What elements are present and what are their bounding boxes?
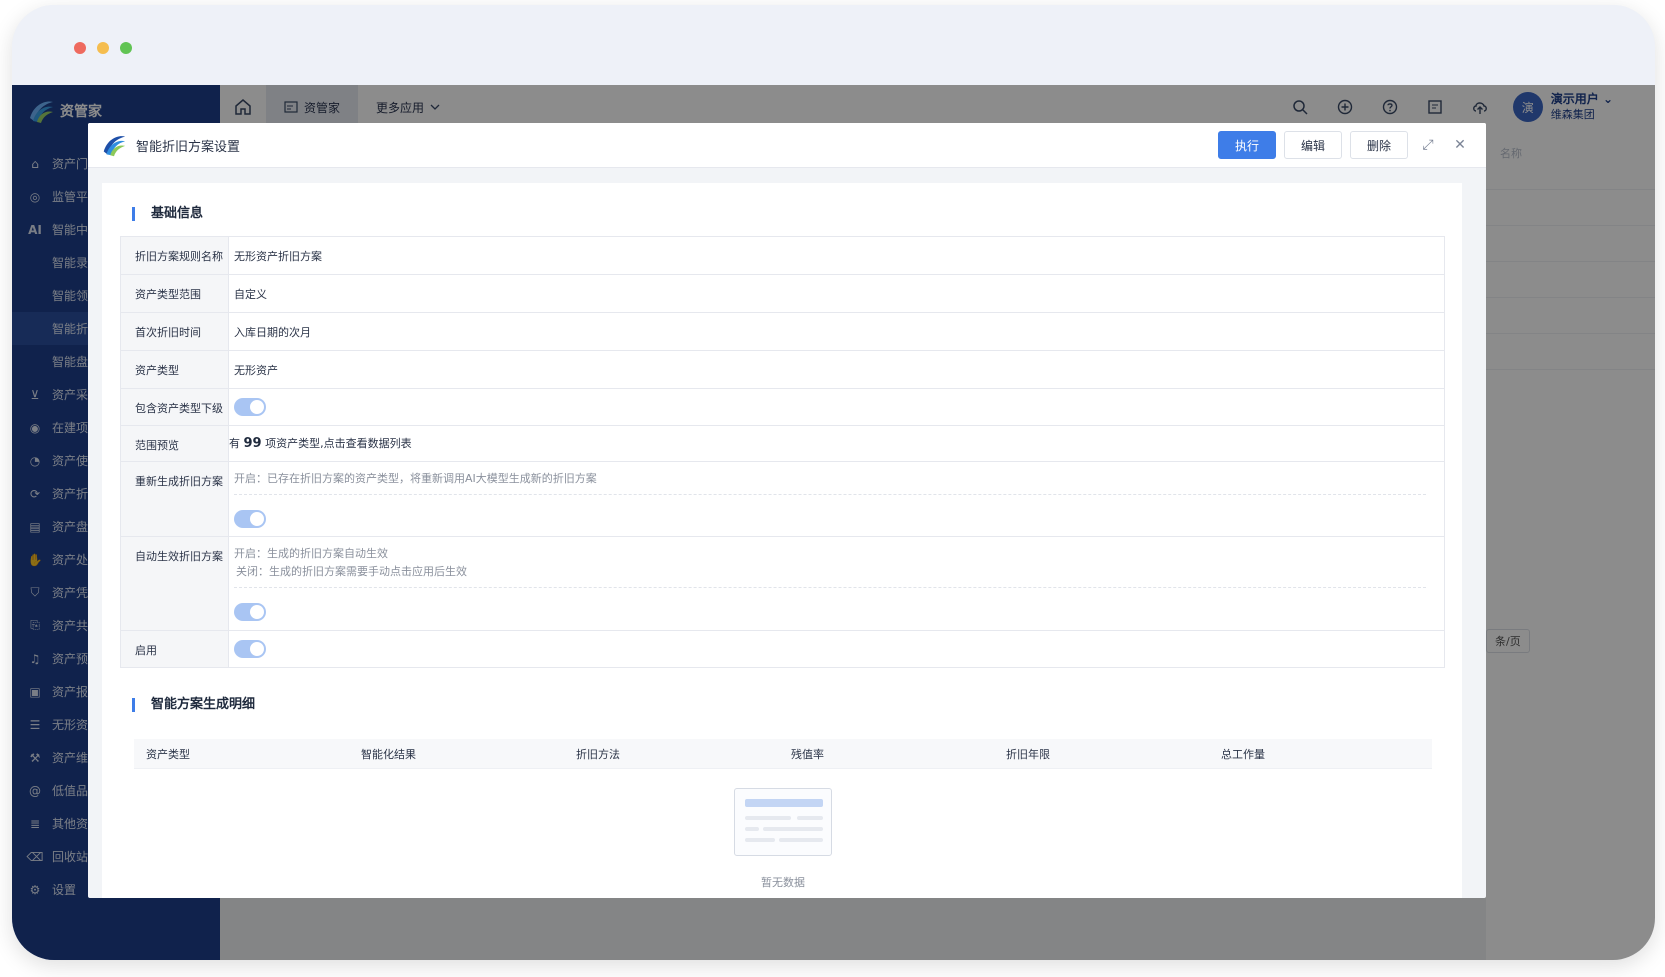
field-label: 自动生效折旧方案: [121, 537, 229, 630]
column-header: 折旧年限: [1006, 747, 1050, 761]
empty-state-illustration: [734, 788, 832, 856]
detail-table-header: 资产类型 智能化结果 折旧方法 残值率 折旧年限 总工作量: [134, 739, 1432, 769]
minimize-window-dot[interactable]: [97, 42, 109, 54]
detail-table: 资产类型 智能化结果 折旧方法 残值率 折旧年限 总工作量: [134, 739, 1432, 769]
basic-info-form: 折旧方案规则名称 无形资产折旧方案 资产类型范围 自定义 首次折旧时间 入库日期…: [120, 236, 1445, 668]
form-row-regenerate: 重新生成折旧方案 开启：已存在折旧方案的资产类型，将重新调用AI大模型生成新的折…: [121, 462, 1444, 537]
depreciation-settings-modal: 智能折旧方案设置 执行 编辑 删除 ⤢ ✕ 基础信息 折旧方案规则名称 无形资产…: [88, 123, 1486, 898]
form-row-first-time: 首次折旧时间 入库日期的次月: [121, 313, 1444, 351]
auto-apply-hint-on: 开启：生成的折旧方案自动生效: [234, 547, 388, 560]
field-label: 启用: [121, 631, 229, 667]
section-title-detail: 智能方案生成明细: [132, 698, 255, 712]
modal-title: 智能折旧方案设置: [136, 139, 241, 155]
auto-apply-hint-off: 关闭：生成的折旧方案需要手动点击应用后生效: [236, 565, 467, 578]
modal-body: 基础信息 折旧方案规则名称 无形资产折旧方案 资产类型范围 自定义 首次折旧时间…: [102, 183, 1462, 898]
divider: [234, 494, 1426, 495]
field-label: 重新生成折旧方案: [121, 462, 229, 536]
close-window-dot[interactable]: [74, 42, 86, 54]
delete-button[interactable]: 删除: [1349, 131, 1408, 159]
close-icon[interactable]: ✕: [1448, 131, 1472, 159]
empty-state-text: 暂无数据: [761, 876, 805, 889]
regenerate-toggle[interactable]: [234, 510, 266, 528]
divider: [234, 587, 1426, 588]
field-label: 折旧方案规则名称: [121, 237, 229, 274]
logo-icon: [103, 136, 126, 157]
form-row-auto-apply: 自动生效折旧方案 开启：生成的折旧方案自动生效 关闭：生成的折旧方案需要手动点击…: [121, 537, 1444, 631]
asset-type-value: 无形资产: [234, 364, 278, 377]
form-row-scope: 资产类型范围 自定义: [121, 275, 1444, 313]
form-row-asset-type: 资产类型 无形资产: [121, 351, 1444, 389]
field-label: 资产类型: [121, 351, 229, 388]
preview-count[interactable]: 99: [244, 436, 262, 451]
column-header: 残值率: [791, 747, 824, 761]
maximize-window-dot[interactable]: [120, 42, 132, 54]
field-label: 资产类型范围: [121, 275, 229, 312]
column-header: 智能化结果: [361, 747, 416, 761]
form-row-include-sub: 包含资产类型下级: [121, 389, 1444, 426]
modal-header: 智能折旧方案设置 执行 编辑 删除 ⤢ ✕: [88, 123, 1486, 168]
preview-link[interactable]: 项资产类型,点击查看数据列表: [265, 437, 412, 450]
first-time-value: 入库日期的次月: [234, 326, 311, 339]
form-row-rule-name: 折旧方案规则名称 无形资产折旧方案: [121, 237, 1444, 275]
edit-button[interactable]: 编辑: [1283, 131, 1342, 159]
column-header: 总工作量: [1221, 747, 1265, 761]
field-label: 首次折旧时间: [121, 313, 229, 350]
modal-actions: 执行 编辑 删除 ⤢ ✕: [1217, 131, 1472, 159]
preview-prefix: 有: [229, 437, 240, 450]
rule-name-value: 无形资产折旧方案: [234, 250, 322, 263]
expand-icon[interactable]: ⤢: [1416, 131, 1440, 159]
auto-apply-toggle[interactable]: [234, 603, 266, 621]
form-row-enable: 启用: [121, 631, 1444, 667]
form-row-preview: 范围预览 有 99 项资产类型,点击查看数据列表: [121, 426, 1444, 462]
field-label: 范围预览: [121, 426, 229, 461]
include-sub-toggle[interactable]: [234, 398, 266, 416]
field-label: 包含资产类型下级: [121, 389, 229, 425]
section-title-basic: 基础信息: [132, 207, 203, 221]
enable-toggle[interactable]: [234, 640, 266, 658]
scope-value: 自定义: [234, 288, 267, 301]
window-titlebar: [12, 5, 1655, 85]
column-header: 资产类型: [146, 747, 190, 761]
execute-button[interactable]: 执行: [1217, 131, 1276, 159]
column-header: 折旧方法: [576, 747, 620, 761]
regenerate-hint: 开启：已存在折旧方案的资产类型，将重新调用AI大模型生成新的折旧方案: [234, 472, 597, 485]
